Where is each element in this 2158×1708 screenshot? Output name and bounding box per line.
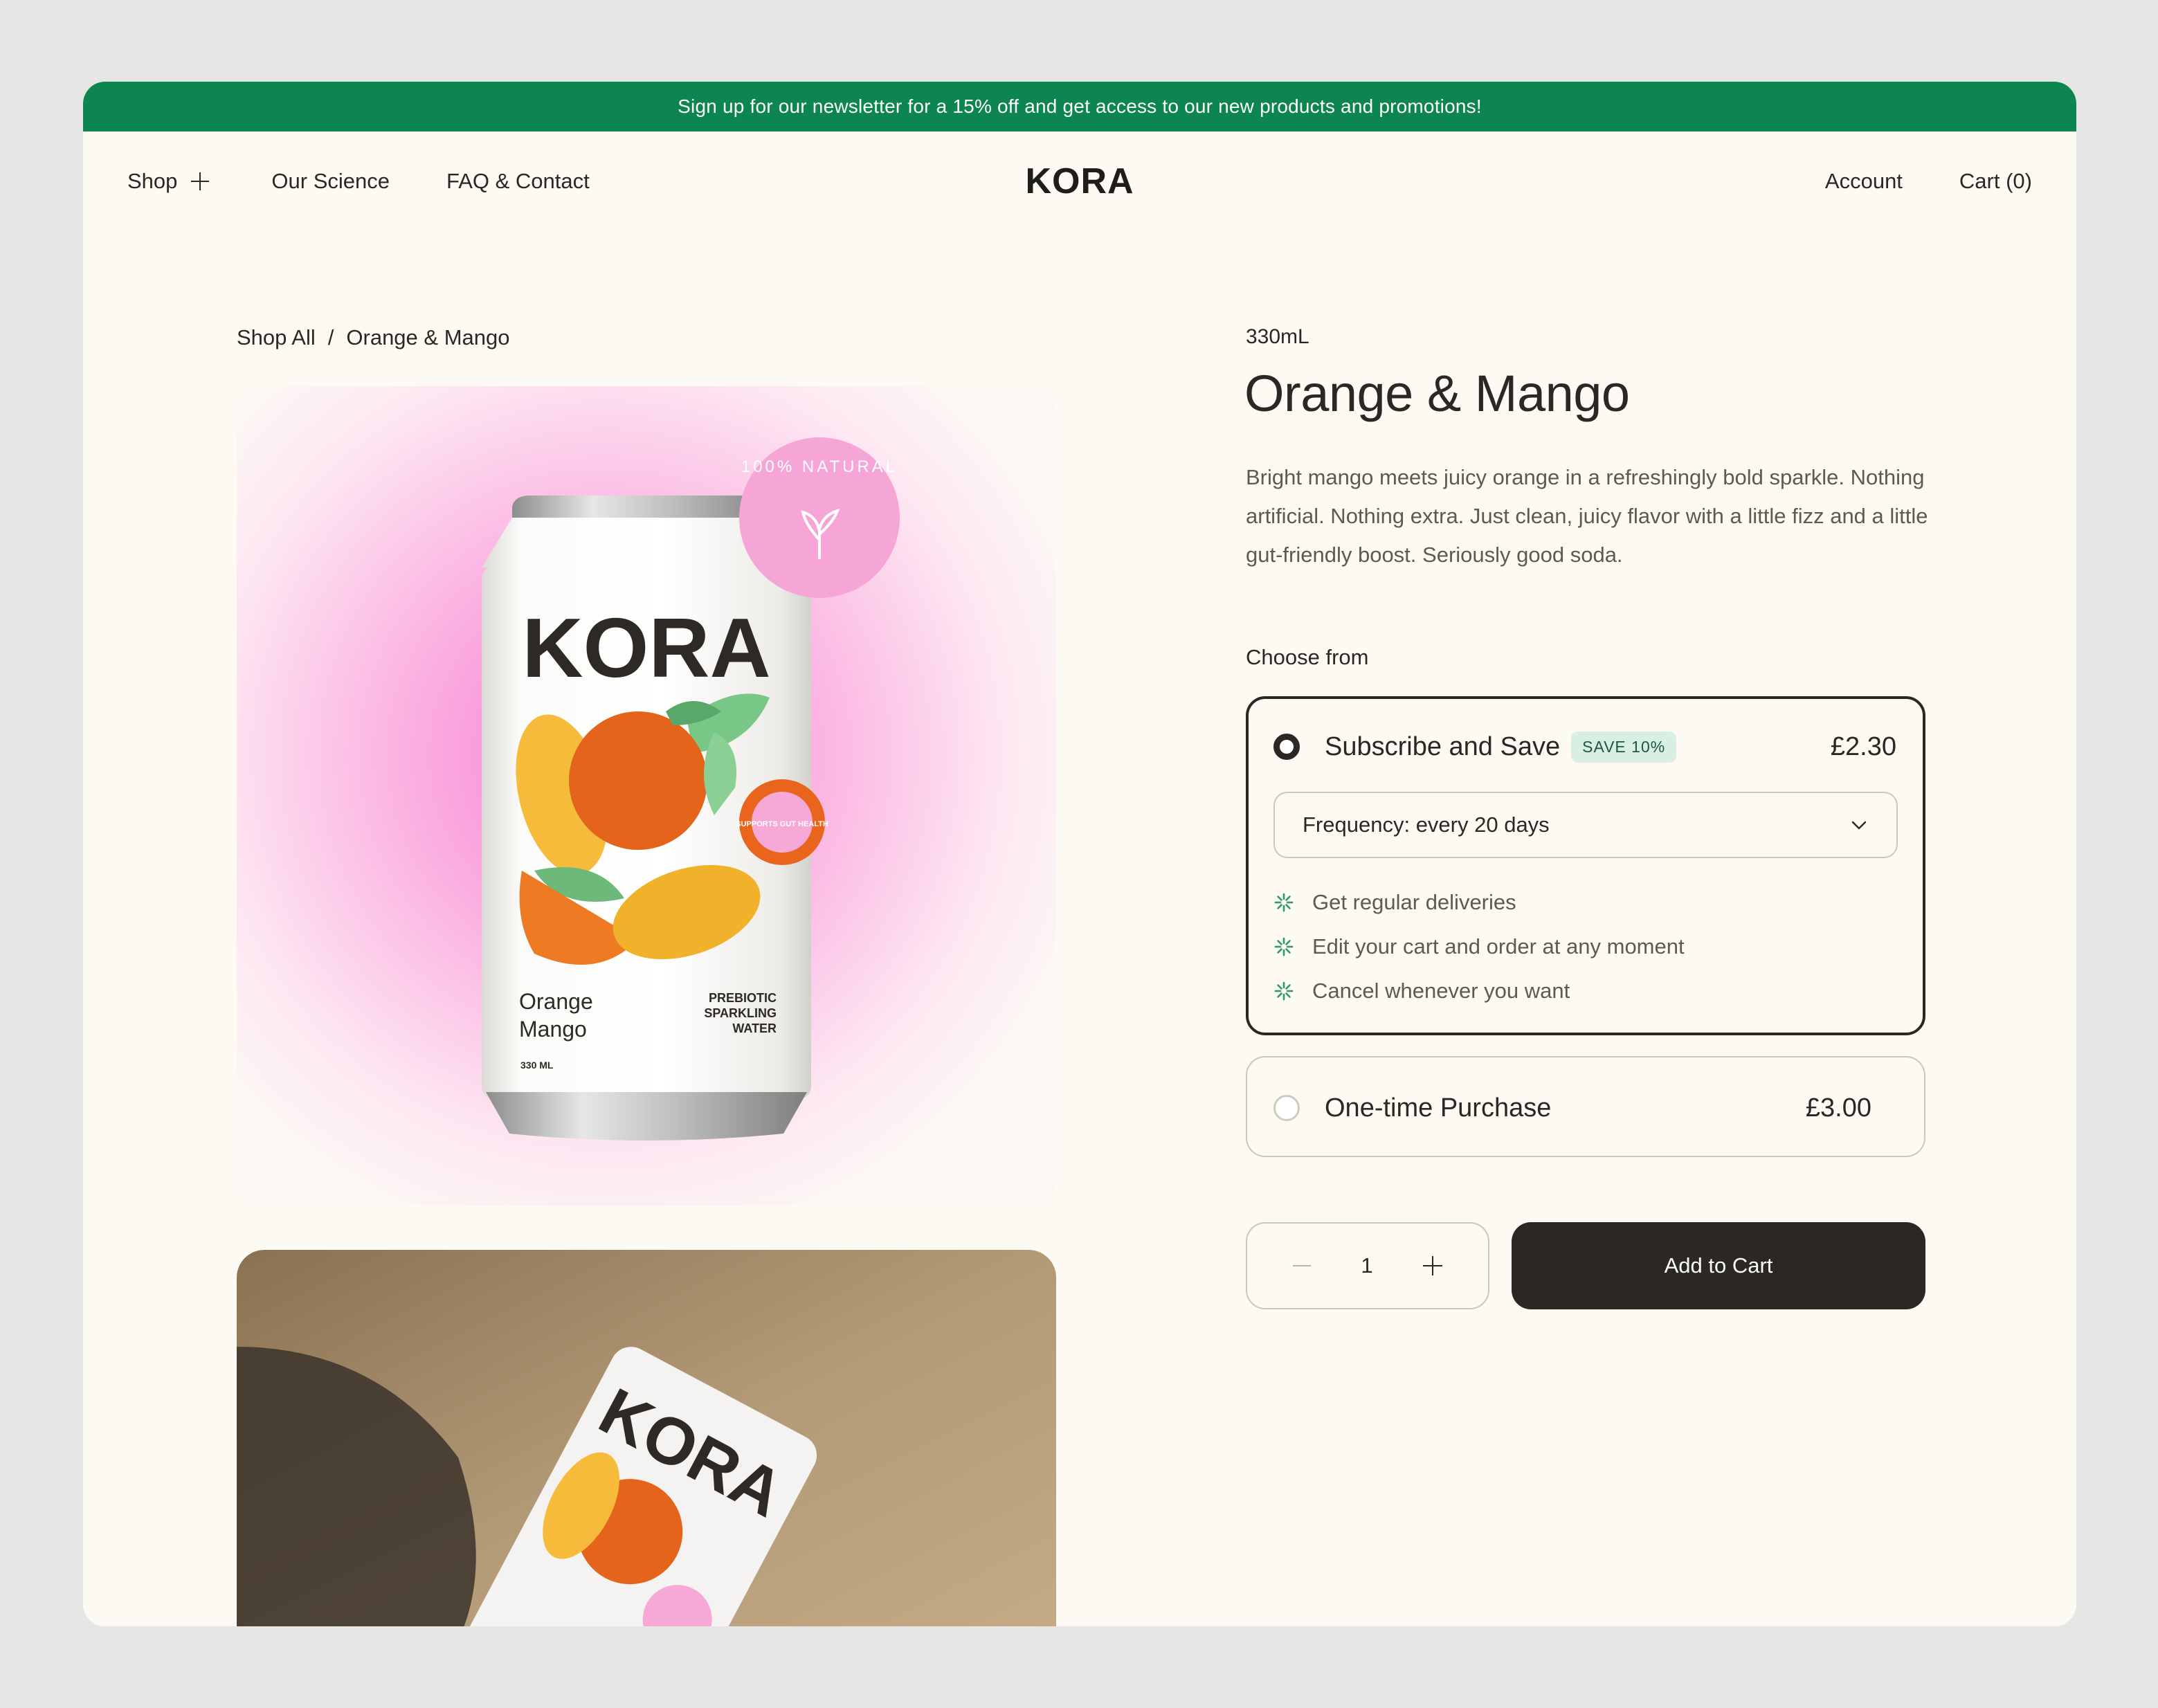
nav-cart[interactable]: Cart (0) [1959,169,2032,194]
top-nav: Shop Our Science FAQ & Contact KORA Acco… [83,131,2076,231]
product-title: Orange & Mango [1244,365,1630,422]
frequency-select[interactable]: Frequency: every 20 days [1273,792,1898,858]
benefit-text: Get regular deliveries [1312,890,1516,914]
minus-icon[interactable] [1293,1265,1311,1266]
can-type-line2: SPARKLING [704,1006,777,1020]
newsletter-banner-text: Sign up for our newsletter for a 15% off… [678,96,1482,117]
product-description: Bright mango meets juicy orange in a ref… [1246,465,1928,567]
sparkle-icon [1274,937,1294,956]
subscribe-option[interactable]: Subscribe and Save SAVE 10% £2.30 Freque… [1246,696,1925,1035]
benefit-text: Cancel whenever you want [1312,979,1570,1003]
breadcrumb: Shop All / Orange & Mango [237,325,509,350]
nav-our-science[interactable]: Our Science [271,169,390,194]
natural-seal-text: 100% NATURAL [741,457,898,476]
one-time-price: £3.00 [1805,1093,1871,1123]
save-badge: SAVE 10% [1571,731,1677,763]
browser-window: Sign up for our newsletter for a 15% off… [83,82,2076,1626]
subscribe-price: £2.30 [1830,732,1896,761]
sparkle-icon [1274,981,1294,1001]
benefit-item: Cancel whenever you want [1273,969,1685,1013]
lifestyle-photo-illustration: KORA [237,1250,1056,1626]
one-time-label: One-time Purchase [1325,1093,1552,1123]
nav-left: Shop Our Science FAQ & Contact [127,131,590,231]
sparkle-icon [1274,893,1294,912]
nav-right: Account Cart (0) [1825,131,2032,231]
quantity-value[interactable]: 1 [1361,1253,1372,1278]
subscribe-option-header: Subscribe and Save SAVE 10% £2.30 [1273,729,1896,764]
product-image-lifestyle[interactable]: KORA [237,1250,1056,1626]
breadcrumb-current: Orange & Mango [346,325,510,349]
benefit-text: Edit your cart and order at any moment [1312,934,1685,959]
subscription-benefits: Get regular deliveries Edit your cart an… [1273,880,1685,1013]
benefit-item: Get regular deliveries [1273,880,1685,925]
can-flavor-line1: Orange [519,989,593,1014]
gut-health-sticker-text: SUPPORTS GUT HEALTH [736,820,828,828]
kora-logo[interactable]: KORA [1025,131,1134,231]
can-flavor-line2: Mango [519,1017,587,1042]
subscribe-label: Subscribe and Save [1325,732,1561,761]
choose-from-heading: Choose from [1246,645,1369,669]
can-brand-text: KORA [522,601,770,695]
can-type-line1: PREBIOTIC [709,991,777,1005]
product-image-main[interactable]: KORA SUPPORTS GUT HEALTH Orange Mango PR… [237,386,1056,1206]
breadcrumb-shop-all[interactable]: Shop All [237,325,316,350]
frequency-value: Frequency: every 20 days [1303,812,1550,837]
product-volume: 330mL [1246,325,1309,348]
nav-faq-contact[interactable]: FAQ & Contact [446,169,590,194]
benefit-item: Edit your cart and order at any moment [1273,925,1685,969]
newsletter-banner[interactable]: Sign up for our newsletter for a 15% off… [83,82,2076,131]
nav-shop-label: Shop [127,169,178,193]
subscribe-radio[interactable] [1273,734,1300,760]
chevron-down-icon [1851,821,1867,830]
one-time-option[interactable]: One-time Purchase £3.00 [1246,1056,1925,1157]
product-can-illustration: KORA SUPPORTS GUT HEALTH Orange Mango PR… [237,386,1056,1206]
can-size-text: 330 ML [520,1060,554,1071]
quantity-stepper: 1 [1246,1222,1489,1309]
one-time-option-header: One-time Purchase £3.00 [1273,1091,1871,1125]
nav-shop-menu[interactable]: Shop [127,169,210,194]
nav-account[interactable]: Account [1825,169,1903,194]
add-to-cart-button[interactable]: Add to Cart [1512,1222,1925,1309]
can-type-line3: WATER [732,1021,777,1035]
plus-icon[interactable] [1423,1256,1442,1275]
orange-shape [569,711,707,850]
one-time-radio[interactable] [1273,1095,1300,1121]
breadcrumb-separator: / [327,325,334,349]
plus-icon [191,172,210,190]
